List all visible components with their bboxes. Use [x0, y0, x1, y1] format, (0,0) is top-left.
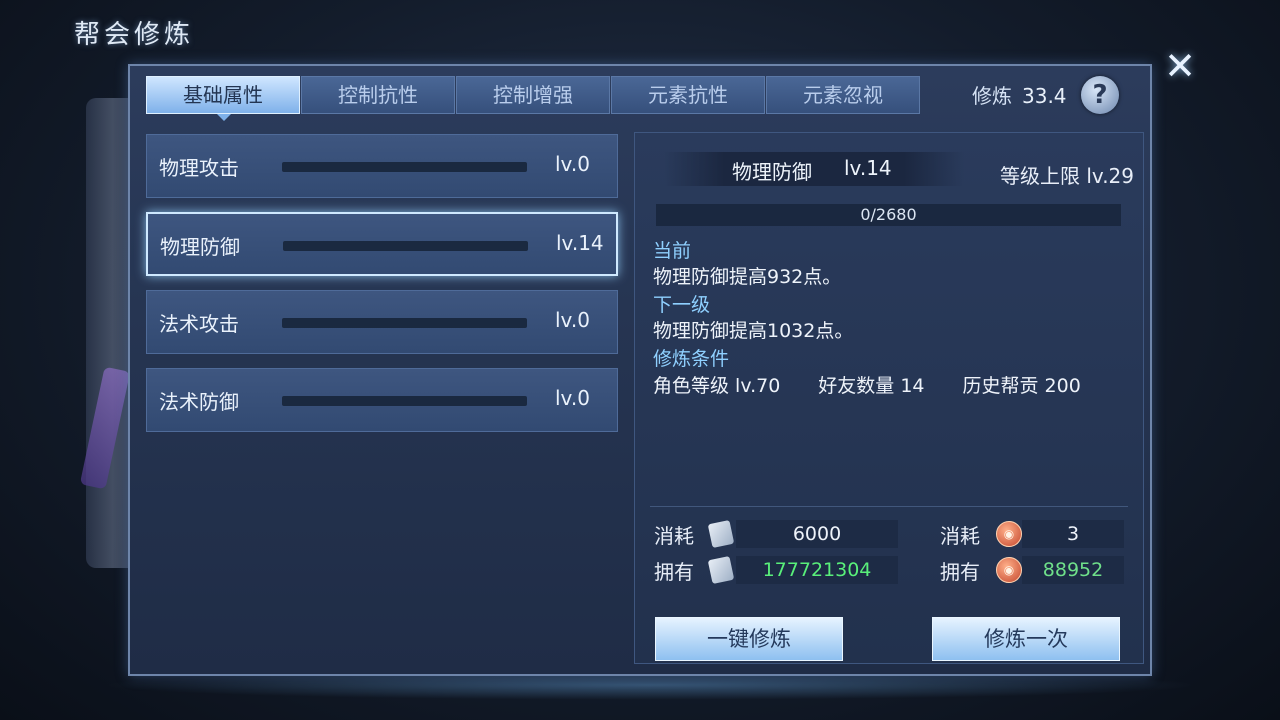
scroll-icon — [707, 555, 735, 585]
consume-label: 消耗 — [654, 524, 694, 548]
tab-bar: 基础属性 控制抗性 控制增强 元素抗性 元素忽视 — [146, 76, 921, 121]
stat-level: lv.14 — [556, 231, 604, 255]
close-icon[interactable]: ✕ — [1158, 44, 1202, 88]
stat-row-physical-defense[interactable]: 物理防御 lv.14 — [146, 212, 618, 276]
stat-progress-bar — [283, 241, 528, 251]
tab-element-resistance[interactable]: 元素抗性 — [611, 76, 765, 114]
help-icon[interactable]: ? — [1081, 76, 1119, 114]
tab-control-enhance[interactable]: 控制增强 — [456, 76, 610, 114]
next-level-label: 下一级 — [653, 294, 711, 316]
stat-row-magic-defense[interactable]: 法术防御 lv.0 — [146, 368, 618, 432]
current-effect: 物理防御提高932点。 — [653, 266, 842, 288]
one-click-cultivate-button[interactable]: 一键修炼 — [655, 617, 843, 661]
consume-value: 6000 — [736, 520, 898, 548]
stat-row-magic-attack[interactable]: 法术攻击 lv.0 — [146, 290, 618, 354]
current-label: 当前 — [653, 240, 692, 262]
stat-name: 物理防御 — [160, 235, 240, 259]
window-title: 帮会修炼 — [74, 20, 195, 50]
divider — [650, 506, 1128, 507]
exp-progress-text: 0/2680 — [860, 205, 917, 224]
detail-header-banner — [664, 152, 964, 186]
stat-progress-bar — [282, 162, 527, 172]
consume-value: 3 — [1022, 520, 1124, 548]
stat-row-physical-attack[interactable]: 物理攻击 lv.0 — [146, 134, 618, 198]
requirements-text: 角色等级 lv.70 好友数量 14 历史帮贡 200 — [653, 375, 1081, 397]
cultivate-total: 修炼 33.4 — [972, 80, 1067, 109]
exp-progress-bar: 0/2680 — [656, 204, 1121, 226]
stat-list: 物理攻击 lv.0 物理防御 lv.14 法术攻击 lv.0 法术防御 lv.0 — [146, 134, 618, 446]
stat-name: 法术攻击 — [159, 312, 239, 336]
stat-level: lv.0 — [555, 308, 590, 332]
own-label: 拥有 — [940, 560, 980, 584]
tab-element-ignore[interactable]: 元素忽视 — [766, 76, 920, 114]
own-value: 88952 — [1022, 556, 1124, 584]
cultivate-once-button[interactable]: 修炼一次 — [932, 617, 1120, 661]
scroll-icon — [707, 519, 735, 549]
stat-level: lv.0 — [555, 386, 590, 410]
next-level-effect: 物理防御提高1032点。 — [653, 320, 854, 342]
coin-icon: ◉ — [996, 521, 1022, 547]
cultivate-label: 修炼 — [972, 84, 1012, 108]
stat-progress-bar — [282, 318, 527, 328]
tab-control-resistance[interactable]: 控制抗性 — [301, 76, 455, 114]
stat-level: lv.0 — [555, 152, 590, 176]
detail-stat-name: 物理防御 — [732, 160, 812, 184]
requirements-label: 修炼条件 — [653, 348, 730, 370]
tab-basic-attributes[interactable]: 基础属性 — [146, 76, 300, 121]
coin-icon: ◉ — [996, 557, 1022, 583]
cultivate-value: 33.4 — [1022, 84, 1067, 108]
stat-progress-bar — [282, 396, 527, 406]
stat-name: 物理攻击 — [159, 156, 239, 180]
level-cap: 等级上限 lv.29 — [1000, 164, 1135, 188]
own-value: 177721304 — [736, 556, 898, 584]
stat-name: 法术防御 — [159, 390, 239, 414]
consume-label: 消耗 — [940, 524, 980, 548]
own-label: 拥有 — [654, 560, 694, 584]
detail-stat-level: lv.14 — [844, 156, 892, 180]
